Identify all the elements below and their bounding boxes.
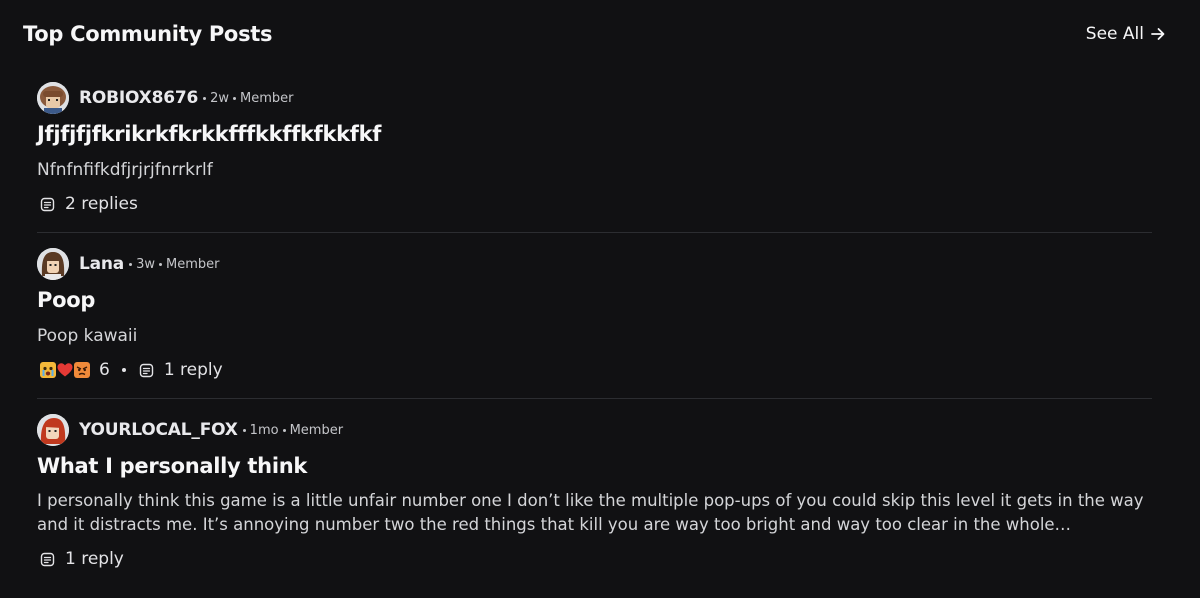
post-age: 1mo <box>249 422 279 438</box>
post-footer: 6 1 reply <box>40 358 223 382</box>
author-username[interactable]: YOURLOCAL_FOX <box>79 420 238 440</box>
post-body: Poop kawaii <box>37 326 138 346</box>
replies-count[interactable]: 2 replies <box>65 194 138 214</box>
replies-count[interactable]: 1 reply <box>164 360 223 380</box>
reply-icon <box>139 363 154 377</box>
post-author-row: Lana 3w Member <box>37 248 219 280</box>
footer-separator <box>121 368 126 372</box>
post-body: Nfnfnfifkdfjrjrjfnrrkrlf <box>37 160 213 180</box>
angry-emoji-icon <box>74 362 90 378</box>
meta-separator <box>233 96 236 100</box>
post-card[interactable]: ROBIOX8676 2w Member Jfjfjfjfkrikrkfkrkk… <box>37 68 1152 233</box>
avatar[interactable] <box>37 414 69 446</box>
post-title[interactable]: Jfjfjfjfkrikrkfkrkkfffkkffkfkkfkf <box>37 122 381 146</box>
author-role: Member <box>166 256 220 272</box>
post-author-row: YOURLOCAL_FOX 1mo Member <box>37 414 343 446</box>
post-author-row: ROBIOX8676 2w Member <box>37 82 293 114</box>
post-card[interactable]: Lana 3w Member Poop Poop kawaii 6 1 repl… <box>37 233 1152 399</box>
post-body: I personally think this game is a little… <box>37 491 1144 534</box>
post-title[interactable]: Poop <box>37 288 95 312</box>
post-meta: 2w Member <box>203 91 293 106</box>
arrow-right-icon <box>1151 28 1165 40</box>
meta-separator <box>129 262 133 266</box>
crying-emoji-icon <box>40 362 56 378</box>
author-role: Member <box>240 90 294 106</box>
reply-icon <box>40 552 55 566</box>
meta-separator <box>159 262 162 266</box>
reactions-count: 6 <box>99 360 110 380</box>
reply-icon <box>40 197 55 211</box>
heart-emoji-icon <box>57 363 73 377</box>
meta-separator <box>242 428 246 432</box>
avatar[interactable] <box>37 82 69 114</box>
see-all-button[interactable]: See All <box>1086 24 1166 44</box>
post-age: 2w <box>210 90 229 106</box>
author-username[interactable]: ROBIOX8676 <box>79 88 198 108</box>
meta-separator <box>203 96 207 100</box>
post-footer: 2 replies <box>40 192 138 216</box>
post-age: 3w <box>136 256 155 272</box>
author-username[interactable]: Lana <box>79 254 124 274</box>
avatar[interactable] <box>37 248 69 280</box>
post-title[interactable]: What I personally think <box>37 454 307 478</box>
see-all-label: See All <box>1085 24 1144 44</box>
section-header: Top Community Posts See All <box>23 18 1166 50</box>
post-card[interactable]: YOURLOCAL_FOX 1mo Member What I personal… <box>37 399 1152 589</box>
section-title: Top Community Posts <box>23 22 273 46</box>
post-footer: 1 reply <box>40 547 124 571</box>
author-role: Member <box>289 422 344 438</box>
post-meta: 1mo Member <box>242 422 344 438</box>
posts-list: ROBIOX8676 2w Member Jfjfjfjfkrikrkfkrkk… <box>37 68 1152 589</box>
post-meta: 3w Member <box>129 257 219 272</box>
meta-separator <box>282 428 286 432</box>
reactions-summary[interactable]: 6 <box>40 360 110 380</box>
replies-count[interactable]: 1 reply <box>65 549 124 569</box>
